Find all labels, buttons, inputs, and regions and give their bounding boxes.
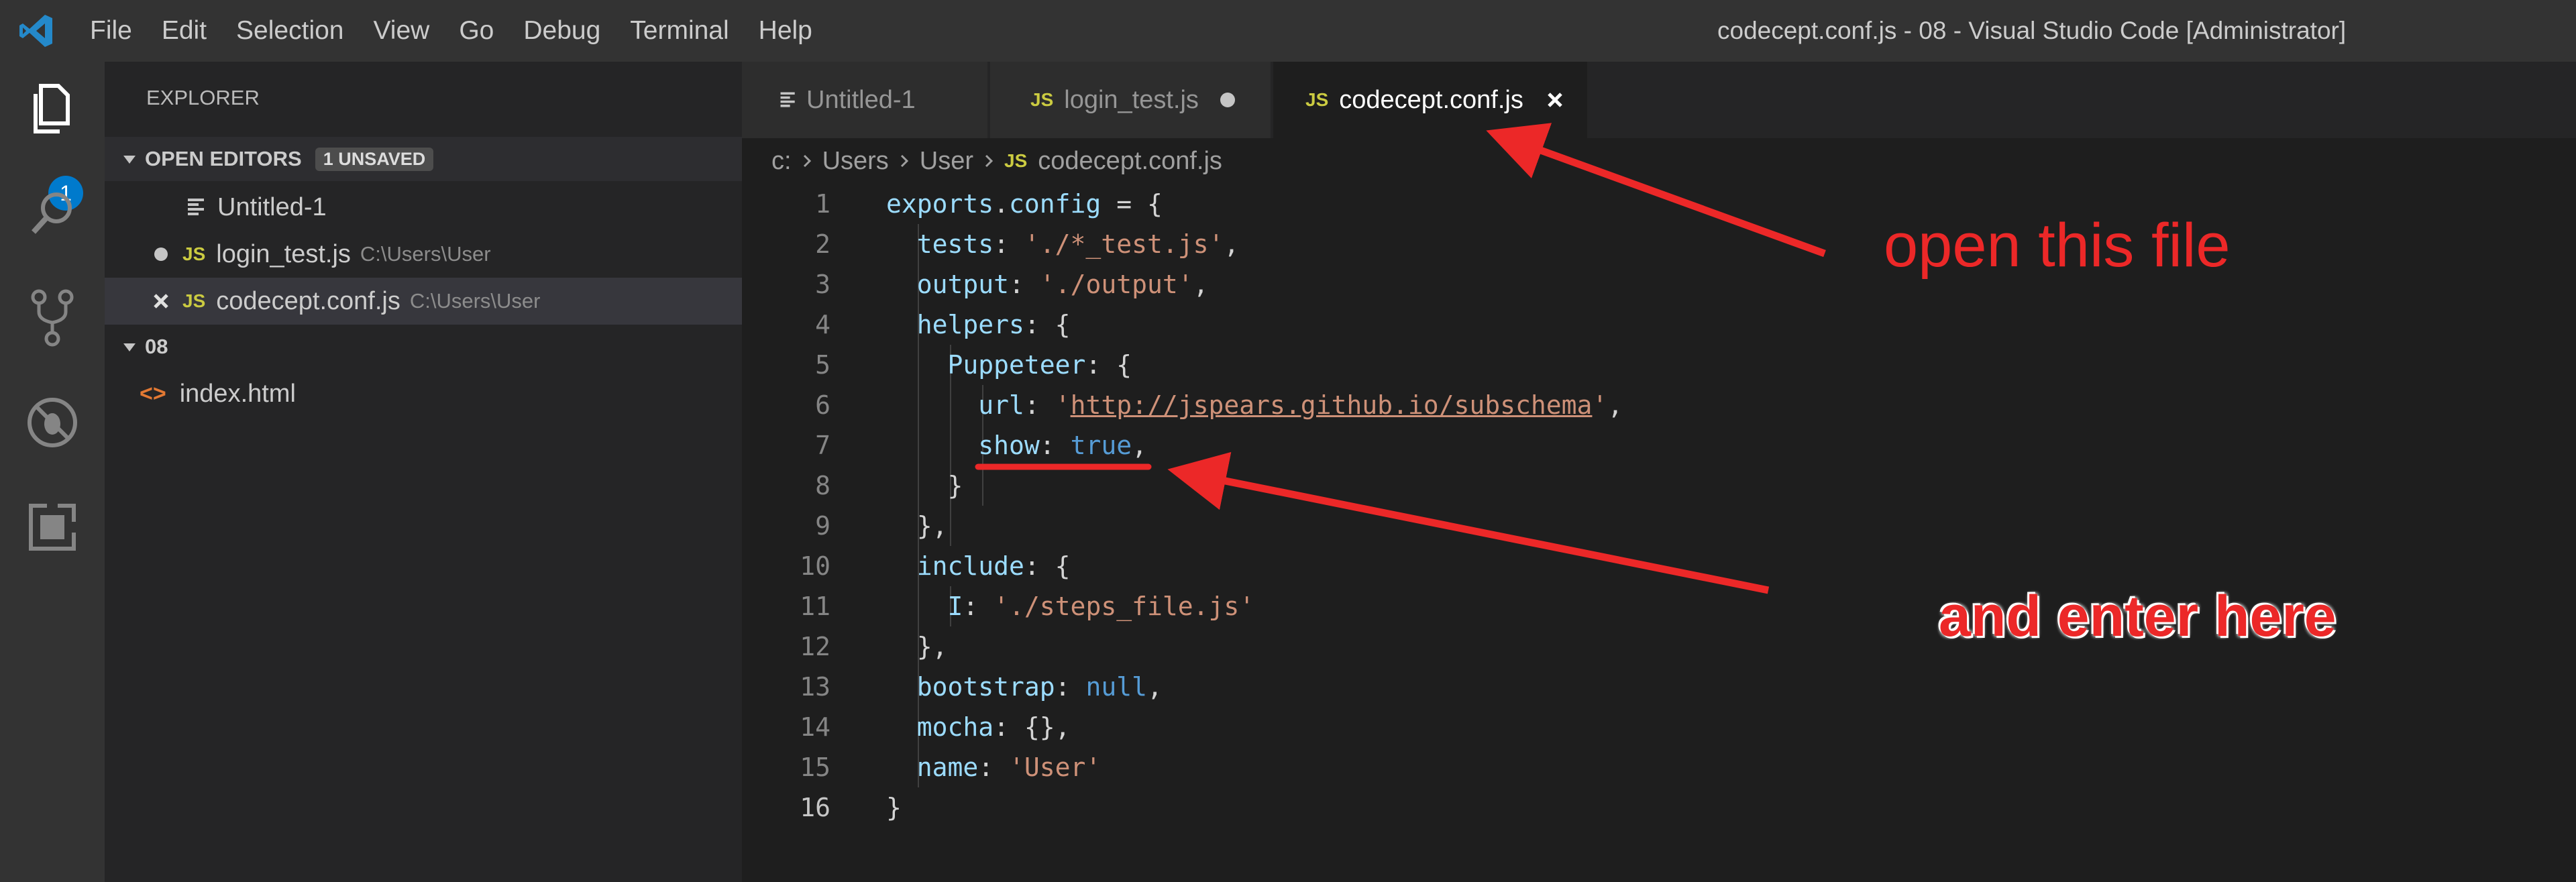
annotation-enter-here: and enter here — [1939, 584, 2337, 649]
annotation-open-file: open this file — [1884, 211, 2231, 280]
annotation-overlay — [975, 123, 1826, 594]
annotation-arrow — [1486, 123, 1826, 258]
annotation-arrow — [1167, 451, 1770, 594]
